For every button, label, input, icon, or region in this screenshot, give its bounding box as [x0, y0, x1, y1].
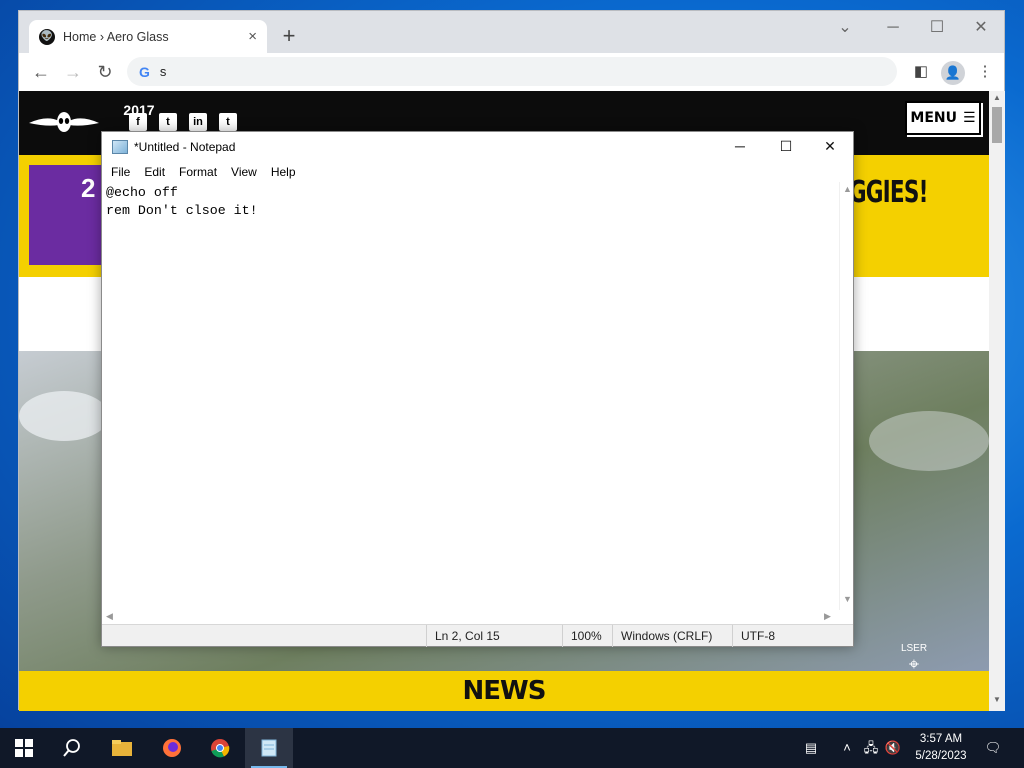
- volume-muted-icon[interactable]: 🔇: [884, 738, 902, 758]
- alien-favicon-icon: 👽: [39, 28, 55, 45]
- news-widget-icon[interactable]: ▤: [800, 738, 822, 758]
- scroll-thumb[interactable]: [992, 107, 1002, 143]
- notepad-menubar: File Edit Format View Help: [102, 162, 853, 182]
- taskbar: ▤ ˄ 🖧 🔇 3:57 AM 5/28/2023 🗨: [0, 728, 1024, 768]
- taskbar-clock[interactable]: 3:57 AM 5/28/2023: [906, 731, 976, 765]
- linkedin-icon[interactable]: in: [189, 113, 207, 131]
- notepad-icon: [261, 739, 277, 757]
- page-scrollbar[interactable]: ▲ ▼: [989, 91, 1005, 711]
- menu-help[interactable]: Help: [264, 162, 303, 182]
- line-endings: Windows (CRLF): [612, 625, 732, 647]
- browser-toolbar: ← → ↻ G s ◧ 👤 ⋮: [19, 53, 1004, 91]
- start-button[interactable]: [0, 728, 48, 768]
- hamburger-icon: ☰: [963, 110, 976, 126]
- address-bar-text: s: [159, 64, 167, 79]
- chrome-taskbar-button[interactable]: [196, 728, 244, 768]
- reload-icon[interactable]: ↻: [93, 61, 117, 85]
- alien-wings-logo-icon[interactable]: [29, 109, 99, 137]
- scroll-up-icon[interactable]: ▲: [843, 184, 852, 194]
- search-button[interactable]: [48, 728, 96, 768]
- firefox-taskbar-button[interactable]: [148, 728, 196, 768]
- notepad-close-button[interactable]: ✕: [807, 132, 853, 162]
- more-menu-icon[interactable]: ⋮: [973, 61, 997, 85]
- forward-icon[interactable]: →: [61, 61, 85, 85]
- tab-title: Home › Aero Glass: [63, 29, 169, 44]
- scroll-down-icon[interactable]: ▼: [992, 695, 1002, 707]
- news-section-header: NEWS: [19, 671, 989, 711]
- hud-label: LSER: [900, 643, 928, 654]
- back-icon[interactable]: ←: [29, 61, 53, 85]
- search-icon: [63, 739, 80, 757]
- tray-overflow-icon[interactable]: ˄: [838, 738, 856, 758]
- tab-close-icon[interactable]: ×: [248, 28, 257, 45]
- side-panel-icon[interactable]: ◧: [909, 61, 933, 85]
- folder-icon: [112, 740, 132, 756]
- clock-date: 5/28/2023: [915, 750, 967, 762]
- scroll-left-icon[interactable]: ◀: [106, 611, 113, 622]
- tumblr-icon[interactable]: t: [219, 113, 237, 131]
- maximize-button[interactable]: ☐: [915, 15, 959, 43]
- cursor-position: Ln 2, Col 15: [426, 625, 562, 647]
- google-icon: G: [139, 63, 150, 80]
- clock-time: 3:57 AM: [919, 733, 963, 745]
- scroll-up-icon[interactable]: ▲: [992, 93, 1002, 105]
- close-button[interactable]: ✕: [959, 15, 1003, 43]
- notepad-text-area[interactable]: @echo off rem Don't clsoe it!: [102, 182, 839, 610]
- profile-avatar-icon[interactable]: 👤: [941, 61, 965, 85]
- notepad-statusbar: Ln 2, Col 15 100% Windows (CRLF) UTF-8: [102, 624, 853, 647]
- network-icon[interactable]: 🖧: [862, 738, 880, 758]
- menu-edit[interactable]: Edit: [137, 162, 172, 182]
- notepad-taskbar-button[interactable]: [245, 728, 293, 768]
- windows-logo-icon: [15, 739, 33, 757]
- firefox-icon: [163, 739, 181, 757]
- new-tab-button[interactable]: +: [277, 25, 301, 49]
- menu-format[interactable]: Format: [172, 162, 224, 182]
- scroll-right-icon[interactable]: ▶: [824, 611, 831, 622]
- minimize-button[interactable]: ─: [871, 15, 915, 43]
- file-explorer-taskbar-button[interactable]: [98, 728, 146, 768]
- notepad-maximize-button[interactable]: ☐: [763, 132, 809, 162]
- menu-label: MENU: [910, 110, 958, 126]
- cloud: [19, 391, 109, 441]
- menu-file[interactable]: File: [104, 162, 137, 182]
- cloud: [869, 411, 989, 471]
- scroll-down-icon[interactable]: ▼: [843, 594, 852, 604]
- notepad-window: *Untitled - Notepad ─ ☐ ✕ File Edit Form…: [101, 131, 854, 647]
- notification-icon[interactable]: 🗨: [982, 738, 1004, 758]
- notepad-vertical-scrollbar[interactable]: ▲ ▼: [839, 182, 853, 610]
- address-bar[interactable]: G s: [127, 57, 897, 86]
- notepad-icon: [112, 140, 128, 154]
- site-menu-button[interactable]: MENU ☰: [905, 101, 981, 135]
- menu-view[interactable]: View: [224, 162, 264, 182]
- chrome-icon: [211, 739, 230, 758]
- facebook-icon[interactable]: f: [129, 113, 147, 131]
- notepad-horizontal-scrollbar[interactable]: ◀ ▶: [102, 610, 839, 624]
- tab-search-dropdown-icon[interactable]: ⌄: [823, 15, 867, 43]
- award-badge-text: 2: [81, 173, 96, 203]
- encoding: UTF-8: [732, 625, 853, 647]
- twitter-icon[interactable]: t: [159, 113, 177, 131]
- zoom-level: 100%: [562, 625, 612, 647]
- notepad-title: *Untitled - Notepad: [134, 140, 236, 154]
- browser-tab[interactable]: 👽 Home › Aero Glass ×: [29, 20, 267, 53]
- notepad-minimize-button[interactable]: ─: [717, 132, 763, 162]
